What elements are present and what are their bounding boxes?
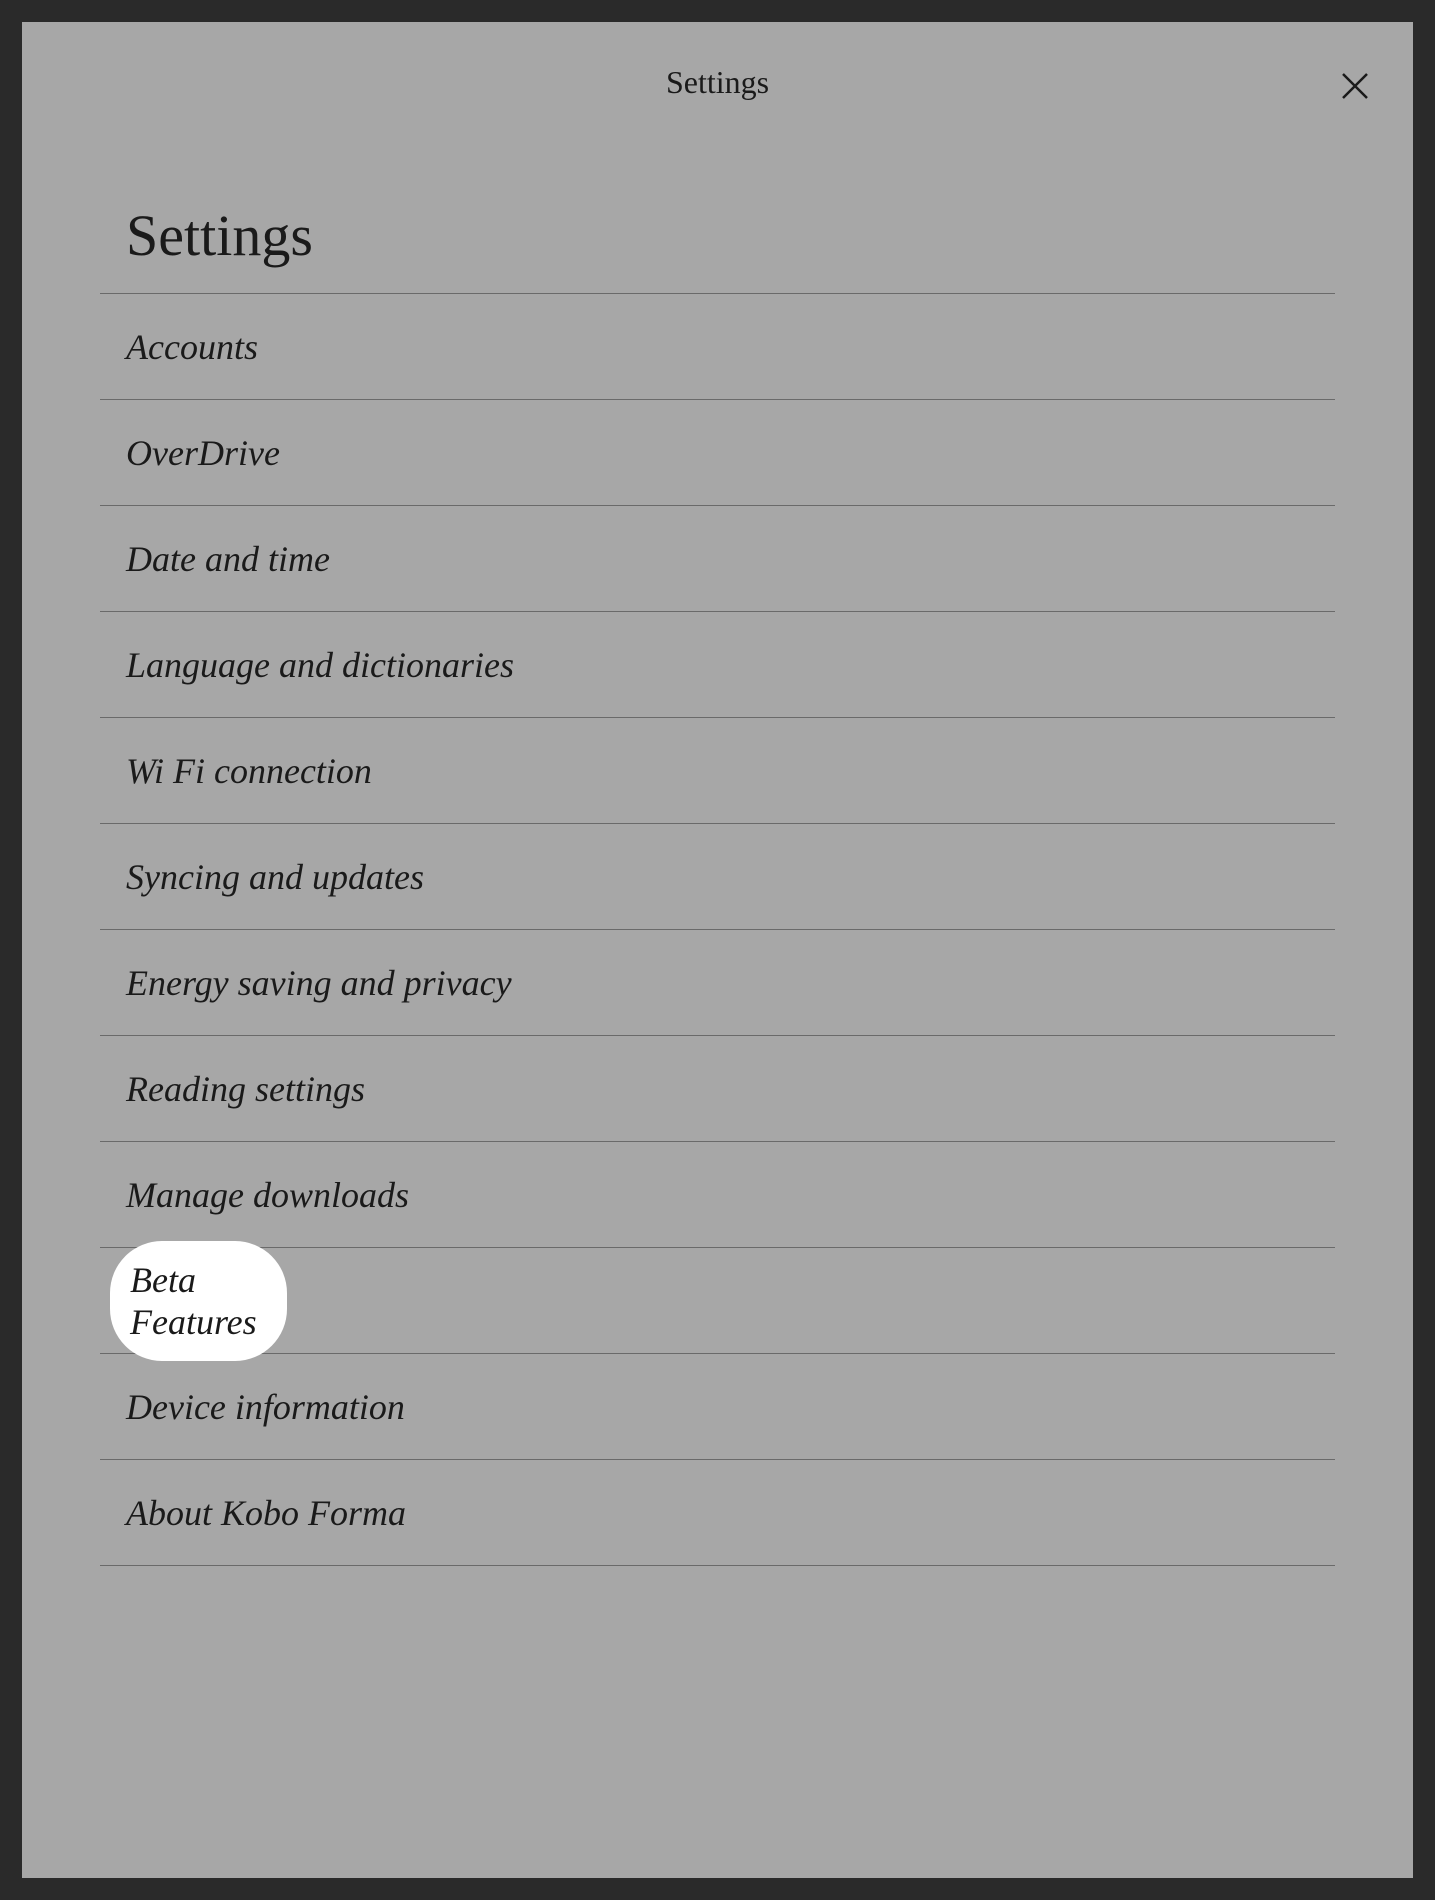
settings-item-label: Reading settings bbox=[126, 1068, 365, 1110]
settings-item-downloads[interactable]: Manage downloads bbox=[100, 1142, 1335, 1248]
settings-panel: Settings Settings Accounts OverDrive Dat… bbox=[22, 22, 1413, 1878]
page-title: Settings bbox=[100, 202, 1335, 293]
settings-item-label: OverDrive bbox=[126, 432, 280, 474]
close-icon bbox=[1339, 70, 1371, 102]
close-button[interactable] bbox=[1335, 66, 1375, 106]
settings-item-syncing[interactable]: Syncing and updates bbox=[100, 824, 1335, 930]
content: Settings Accounts OverDrive Date and tim… bbox=[22, 142, 1413, 1566]
header: Settings bbox=[22, 22, 1413, 142]
header-title: Settings bbox=[666, 64, 769, 101]
settings-item-date-time[interactable]: Date and time bbox=[100, 506, 1335, 612]
settings-item-label: Energy saving and privacy bbox=[126, 962, 512, 1004]
settings-item-about[interactable]: About Kobo Forma bbox=[100, 1460, 1335, 1566]
settings-item-beta-features[interactable]: Beta Features bbox=[100, 1248, 1335, 1354]
settings-item-label: Device information bbox=[126, 1386, 405, 1428]
settings-item-device-info[interactable]: Device information bbox=[100, 1354, 1335, 1460]
settings-item-label: Date and time bbox=[126, 538, 330, 580]
settings-item-label: Manage downloads bbox=[126, 1174, 409, 1216]
settings-item-label: Wi Fi connection bbox=[126, 750, 372, 792]
settings-item-accounts[interactable]: Accounts bbox=[100, 294, 1335, 400]
settings-item-language[interactable]: Language and dictionaries bbox=[100, 612, 1335, 718]
settings-item-label: Language and dictionaries bbox=[126, 644, 514, 686]
settings-item-energy[interactable]: Energy saving and privacy bbox=[100, 930, 1335, 1036]
settings-item-reading[interactable]: Reading settings bbox=[100, 1036, 1335, 1142]
settings-item-label: About Kobo Forma bbox=[126, 1492, 406, 1534]
settings-item-label: Syncing and updates bbox=[126, 856, 424, 898]
settings-item-overdrive[interactable]: OverDrive bbox=[100, 400, 1335, 506]
highlight-pill: Beta Features bbox=[110, 1241, 287, 1361]
settings-item-wifi[interactable]: Wi Fi connection bbox=[100, 718, 1335, 824]
settings-item-label: Beta Features bbox=[130, 1260, 257, 1342]
settings-item-label: Accounts bbox=[126, 326, 258, 368]
settings-list: Accounts OverDrive Date and time Languag… bbox=[100, 293, 1335, 1566]
